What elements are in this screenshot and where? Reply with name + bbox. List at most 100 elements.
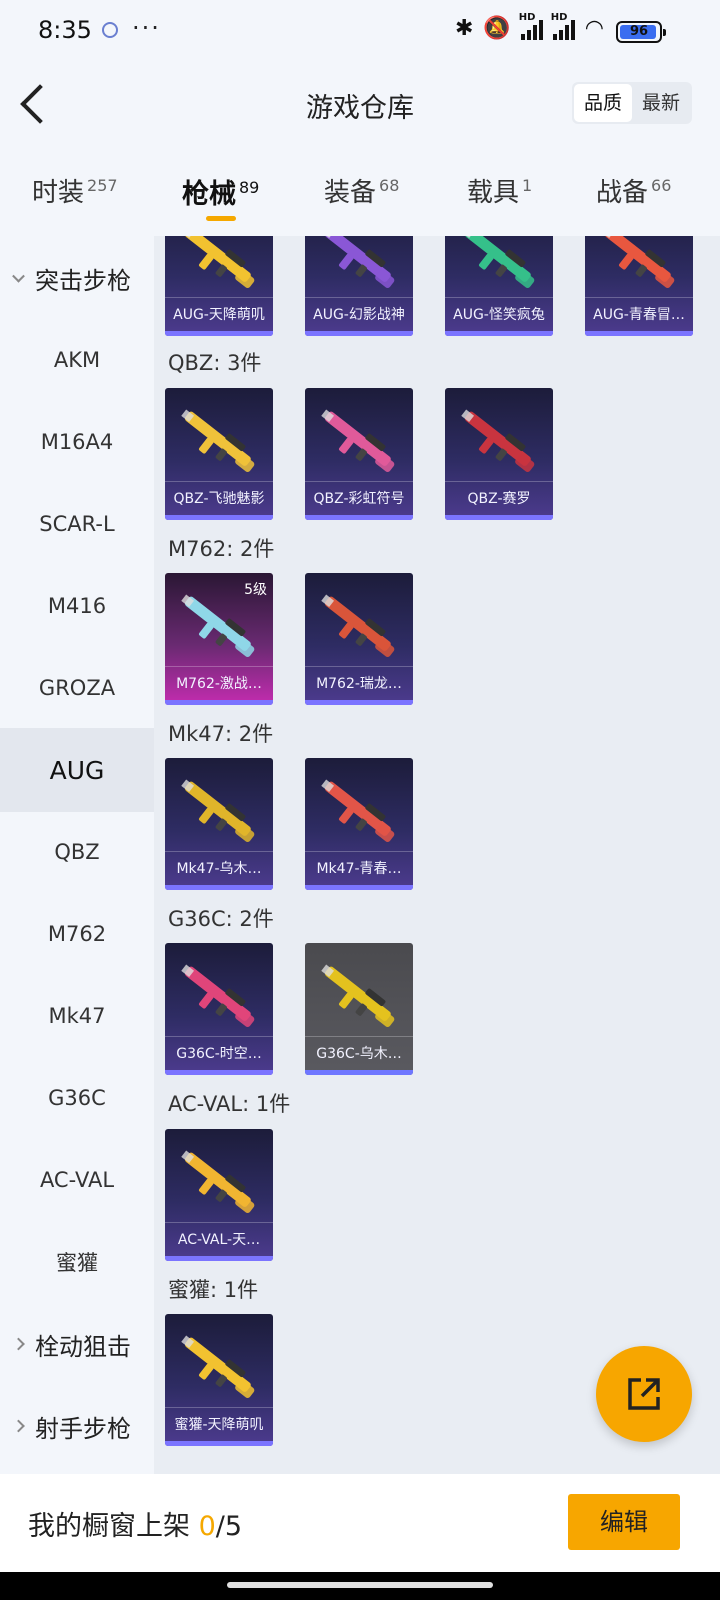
skin-card[interactable]: AUG-天降萌叽 bbox=[165, 236, 273, 336]
skin-name: QBZ-彩虹符号 bbox=[305, 481, 413, 515]
skin-card[interactable]: 蜜獾-天降萌叽 bbox=[165, 1314, 273, 1446]
skin-name: Mk47-青春… bbox=[305, 851, 413, 885]
sidebar-item[interactable]: G36C bbox=[0, 1056, 154, 1140]
status-time: 8:35 bbox=[38, 16, 92, 44]
skin-name: QBZ-飞驰魅影 bbox=[165, 481, 273, 515]
tab-guns[interactable]: 枪械 89 bbox=[182, 172, 259, 221]
tab-supplies[interactable]: 战备 66 bbox=[596, 172, 671, 209]
header: 游戏仓库 品质 最新 bbox=[0, 64, 720, 144]
skin-card[interactable]: QBZ-飞驰魅影 bbox=[165, 388, 273, 520]
chevron-right-icon bbox=[12, 1337, 25, 1351]
skin-name: Mk47-乌木… bbox=[165, 851, 273, 885]
share-button[interactable] bbox=[596, 1346, 692, 1442]
sort-option-quality[interactable]: 品质 bbox=[573, 84, 632, 122]
section-label: M762: 2件 bbox=[168, 537, 275, 561]
sidebar-item[interactable]: GROZA bbox=[0, 646, 154, 730]
edit-button[interactable]: 编辑 bbox=[568, 1494, 680, 1550]
rarity-bar bbox=[305, 700, 413, 705]
rarity-bar bbox=[165, 1441, 273, 1446]
rarity-bar bbox=[445, 515, 553, 520]
battery-level: 96 bbox=[629, 24, 649, 39]
status-bar: 8:35 ··· ✱ 🔕 HD HD ◠ 96 bbox=[0, 0, 720, 64]
rarity-bar bbox=[165, 700, 273, 705]
weapon-skin-image bbox=[321, 236, 395, 288]
wifi-icon: ◠ bbox=[584, 16, 604, 41]
skin-grid: AUG-天降萌叽 AUG-幻影战神 AUG-怪笑疯兔 AUG-青春冒… QBZ: 3件 Q… bbox=[154, 236, 720, 1474]
weapon-skin-image bbox=[181, 779, 255, 842]
bluetooth-icon: ✱ bbox=[454, 16, 474, 41]
skin-card[interactable]: AUG-幻影战神 bbox=[305, 236, 413, 336]
skin-card[interactable]: G36C-时空… bbox=[165, 943, 273, 1075]
notification-icon bbox=[102, 22, 118, 38]
tab-vehicles[interactable]: 载具 1 bbox=[467, 172, 532, 209]
skin-name: 蜜獾-天降萌叽 bbox=[165, 1407, 273, 1441]
skin-card[interactable]: QBZ-赛罗 bbox=[445, 388, 553, 520]
rarity-bar bbox=[165, 1256, 273, 1261]
skin-card[interactable]: AC-VAL-天… bbox=[165, 1129, 273, 1261]
skin-name: G36C-时空… bbox=[165, 1036, 273, 1070]
section-label: G36C: 2件 bbox=[168, 907, 274, 931]
skin-card[interactable]: 5级 M762-激战… bbox=[165, 573, 273, 705]
sidebar-group-bolt-action-snipers[interactable]: 栓动狙击 bbox=[0, 1302, 154, 1386]
tab-outfits[interactable]: 时装 257 bbox=[32, 172, 118, 209]
section-label: 蜜獾: 1件 bbox=[168, 1278, 259, 1302]
skin-card[interactable]: AUG-怪笑疯兔 bbox=[445, 236, 553, 336]
section-label: Mk47: 2件 bbox=[168, 722, 274, 746]
category-tabs: 时装 257 枪械 89 装备 68 载具 1 战备 66 bbox=[0, 144, 720, 236]
weapon-skin-image bbox=[181, 1150, 255, 1213]
sidebar-group-assault-rifles[interactable]: 突击步枪 bbox=[0, 236, 154, 320]
sidebar-item[interactable]: AC-VAL bbox=[0, 1138, 154, 1222]
signal-icon: HD bbox=[519, 12, 543, 40]
skin-name: QBZ-赛罗 bbox=[445, 481, 553, 515]
weapon-skin-image bbox=[461, 236, 535, 288]
rarity-bar bbox=[305, 885, 413, 890]
skin-name: G36C-乌木… bbox=[305, 1036, 413, 1070]
section-label: QBZ: 3件 bbox=[168, 351, 262, 375]
active-tab-indicator bbox=[206, 216, 236, 221]
skin-card[interactable]: AUG-青春冒… bbox=[585, 236, 693, 336]
rarity-bar bbox=[165, 1070, 273, 1075]
sidebar-item[interactable]: M16A4 bbox=[0, 400, 154, 484]
weapon-skin-image bbox=[321, 779, 395, 842]
showcase-count-text: 我的橱窗上架 0/5 bbox=[28, 1511, 243, 1542]
weapon-skin-image bbox=[181, 964, 255, 1027]
battery-icon: 96 bbox=[616, 21, 666, 43]
skin-card[interactable]: Mk47-青春… bbox=[305, 758, 413, 890]
rarity-bar bbox=[305, 1070, 413, 1075]
sidebar-item[interactable]: M762 bbox=[0, 892, 154, 976]
skin-card[interactable]: Mk47-乌木… bbox=[165, 758, 273, 890]
more-notifications-icon: ··· bbox=[132, 14, 161, 42]
skin-card[interactable]: M762-瑞龙… bbox=[305, 573, 413, 705]
home-indicator[interactable] bbox=[227, 1582, 493, 1588]
skin-card[interactable]: G36C-乌木… bbox=[305, 943, 413, 1075]
weapon-skin-image bbox=[181, 409, 255, 472]
level-badge: 5级 bbox=[244, 582, 267, 598]
sidebar-item[interactable]: M416 bbox=[0, 564, 154, 648]
weapon-skin-image bbox=[321, 964, 395, 1027]
weapon-skin-image bbox=[181, 1335, 255, 1398]
sidebar-item[interactable]: AUG bbox=[0, 728, 154, 812]
chevron-right-icon bbox=[12, 1419, 25, 1433]
tab-equipment[interactable]: 装备 68 bbox=[324, 172, 399, 209]
sidebar-item[interactable]: Mk47 bbox=[0, 974, 154, 1058]
sidebar-item[interactable]: QBZ bbox=[0, 810, 154, 894]
signal-icon-2: HD bbox=[551, 12, 575, 40]
showcase-bar: 我的橱窗上架 0/5 编辑 bbox=[0, 1474, 720, 1572]
sort-option-latest[interactable]: 最新 bbox=[632, 84, 690, 122]
skin-name: AUG-天降萌叽 bbox=[165, 297, 273, 331]
weapon-skin-image bbox=[321, 409, 395, 472]
weapon-type-sidebar: 突击步枪 AKM M16A4 SCAR-L M416 GROZA AUG QBZ M762 Mk… bbox=[0, 236, 154, 1474]
rarity-bar bbox=[165, 331, 273, 336]
rarity-bar bbox=[445, 331, 553, 336]
sidebar-item[interactable]: 蜜獾 bbox=[0, 1220, 154, 1304]
skin-name: AUG-幻影战神 bbox=[305, 297, 413, 331]
chevron-down-icon bbox=[12, 269, 25, 283]
skin-name: AUG-怪笑疯兔 bbox=[445, 297, 553, 331]
sidebar-item[interactable]: AKM bbox=[0, 318, 154, 402]
sidebar-group-marksman-rifles[interactable]: 射手步枪 bbox=[0, 1384, 154, 1468]
sidebar-item[interactable]: SCAR-L bbox=[0, 482, 154, 566]
share-icon bbox=[628, 1378, 660, 1410]
rarity-bar bbox=[305, 515, 413, 520]
skin-card[interactable]: QBZ-彩虹符号 bbox=[305, 388, 413, 520]
sort-toggle[interactable]: 品质 最新 bbox=[571, 82, 692, 124]
